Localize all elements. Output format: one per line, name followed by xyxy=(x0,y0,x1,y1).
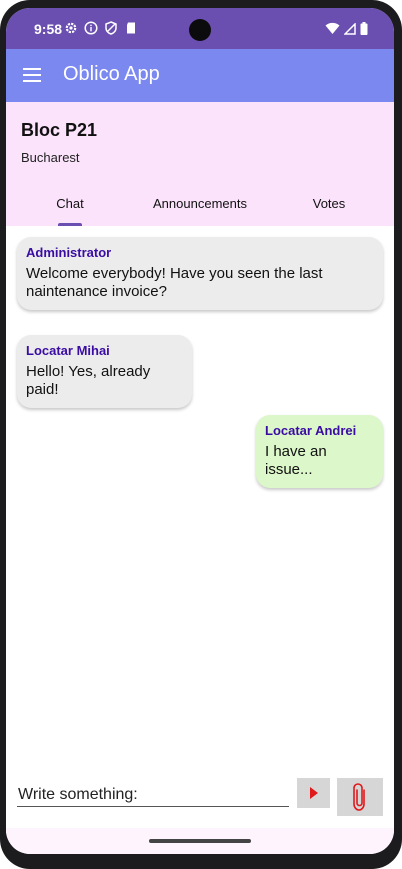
wifi-icon xyxy=(325,22,340,34)
message-bubble: Administrator Welcome everybody! Have yo… xyxy=(17,237,383,310)
message-text: Hello! Yes, already paid! xyxy=(26,363,151,398)
home-indicator[interactable] xyxy=(149,839,251,843)
front-camera xyxy=(189,19,211,41)
status-icons-left xyxy=(64,21,138,35)
status-icons-right xyxy=(325,22,368,35)
send-button[interactable] xyxy=(297,778,330,808)
screen: 9:58 Oblico App Bloc P21 Bucharest Chat … xyxy=(6,8,394,854)
message-bubble: Locatar Mihai Hello! Yes, already paid! xyxy=(17,335,192,408)
status-time: 9:58 xyxy=(34,21,63,37)
message-input[interactable] xyxy=(17,783,289,807)
signal-icon xyxy=(344,22,356,35)
sd-card-icon xyxy=(127,22,135,34)
chat-messages: Administrator Welcome everybody! Have yo… xyxy=(6,226,394,766)
status-bar: 9:58 xyxy=(6,8,394,49)
battery-icon xyxy=(360,22,368,35)
play-arrow-icon xyxy=(309,787,318,799)
hamburger-menu-icon[interactable] xyxy=(23,67,43,83)
paperclip-icon xyxy=(353,783,365,811)
message-author: Locatar Mihai xyxy=(26,343,110,358)
app-bar: Oblico App xyxy=(6,49,394,102)
settings-icon xyxy=(65,22,77,34)
building-title: Bloc P21 xyxy=(21,120,98,140)
message-text: Welcome everybody! Have you seen the las… xyxy=(26,265,323,300)
message-text: I have an issue... xyxy=(265,443,327,478)
message-composer xyxy=(6,766,394,828)
tab-bar: Chat Announcements Votes xyxy=(6,186,394,226)
attach-button[interactable] xyxy=(337,778,383,816)
building-header: Bloc P21 Bucharest Chat Announcements Vo… xyxy=(6,102,394,226)
phone-frame: 9:58 Oblico App Bloc P21 Bucharest Chat … xyxy=(0,0,402,869)
message-author: Administrator xyxy=(26,245,112,260)
message-author: Locatar Andrei xyxy=(265,423,357,438)
tab-chat[interactable]: Chat xyxy=(46,196,94,211)
tab-votes[interactable]: Votes xyxy=(304,196,354,211)
info-icon xyxy=(84,21,98,35)
message-bubble-own: Locatar Andrei I have an issue... xyxy=(256,415,383,488)
shield-icon xyxy=(105,21,117,35)
building-city: Bucharest xyxy=(21,150,80,165)
app-title: Oblico App xyxy=(63,63,160,85)
tab-announcements[interactable]: Announcements xyxy=(144,196,256,211)
navigation-bar xyxy=(6,828,394,854)
